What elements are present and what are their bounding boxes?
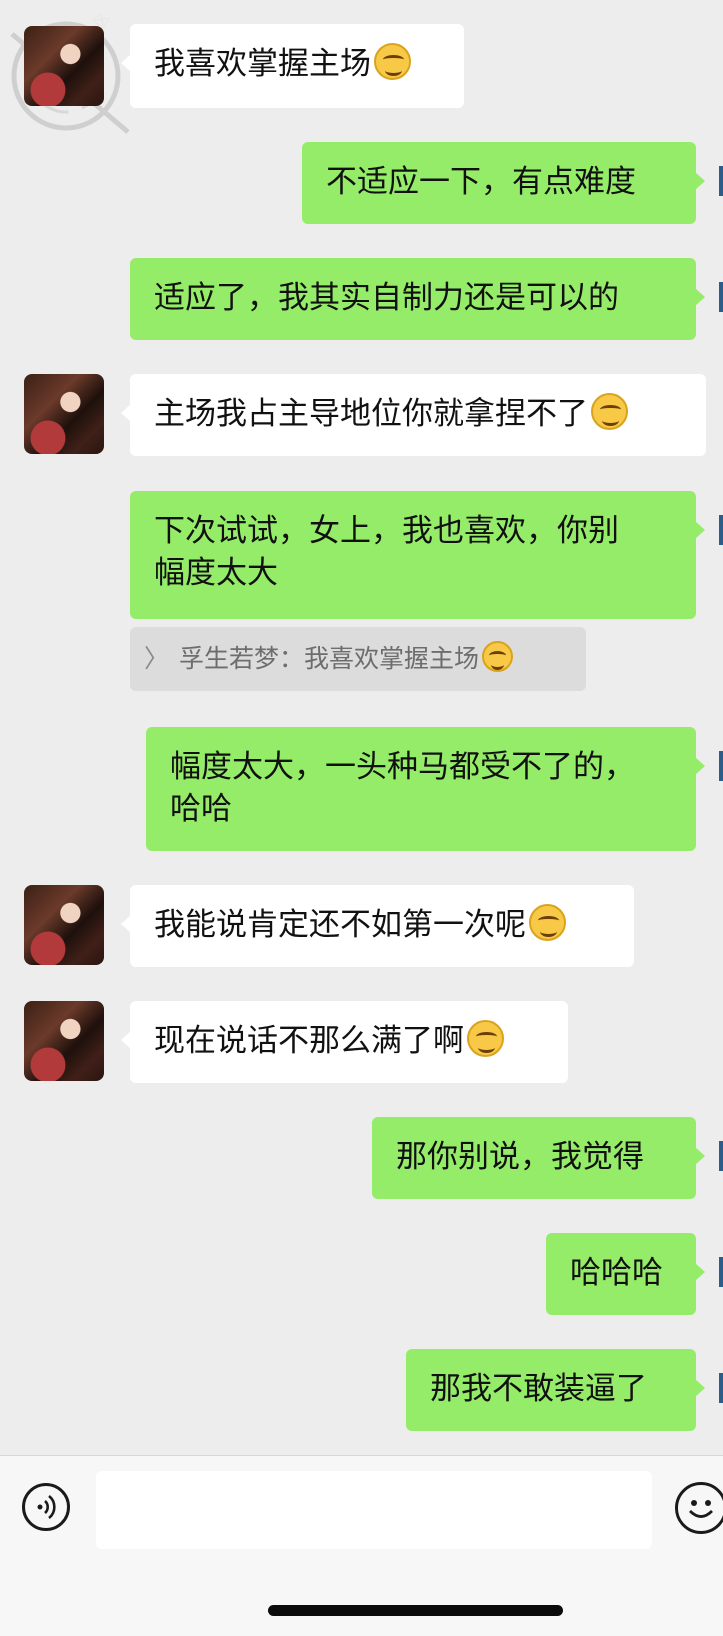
chat-area: 海角社区 haijiao.com 我喜欢掌握主场 不适应一下，有点难度 适应了，… [0, 0, 723, 1455]
smirk-emoji-icon [467, 1020, 504, 1057]
smirk-emoji-icon [529, 904, 566, 941]
avatar[interactable] [24, 1001, 104, 1081]
quote-text: 我喜欢掌握主场 [304, 644, 480, 673]
message-bubble-outgoing[interactable]: 哈哈哈 [546, 1233, 705, 1315]
smirk-emoji-icon [374, 43, 411, 80]
emoji-icon[interactable] [675, 1482, 723, 1534]
message-text-line: 幅度太大，一头种马都受不了的， [170, 749, 635, 785]
message-input[interactable] [96, 1471, 652, 1549]
message-text: 不适应一下，有点难度 [326, 164, 636, 200]
message-text: 那你别说，我觉得 [396, 1139, 644, 1175]
message-bubble-outgoing[interactable]: 那我不敢装逼了 [406, 1349, 705, 1431]
message-bubble-outgoing[interactable]: 下次试试，女上，我也喜欢，你别 幅度太大 [130, 491, 705, 619]
message-bubble-outgoing[interactable]: 不适应一下，有点难度 [302, 142, 705, 224]
quote-separator: ： [279, 644, 305, 673]
message-bubble-incoming[interactable]: 我喜欢掌握主场 [121, 24, 464, 108]
avatar[interactable] [24, 374, 104, 454]
input-bar [0, 1455, 723, 1636]
message-text: 主场我占主导地位你就拿捏不了 [154, 396, 588, 432]
message-bubble-outgoing[interactable]: 适应了，我其实自制力还是可以的 [130, 258, 705, 340]
message-text-line: 下次试试，女上，我也喜欢，你别 [154, 513, 619, 549]
message-bubble-outgoing[interactable]: 那你别说，我觉得 [372, 1117, 705, 1199]
message-text-line: 哈哈 [170, 791, 232, 827]
quote-sender: 孚生若梦 [179, 644, 280, 673]
message-text: 那我不敢装逼了 [430, 1371, 647, 1407]
message-text-line: 幅度太大 [154, 555, 278, 591]
message-text: 适应了，我其实自制力还是可以的 [154, 280, 619, 316]
voice-icon[interactable] [22, 1483, 70, 1531]
smirk-emoji-icon [482, 641, 514, 672]
avatar[interactable] [24, 885, 104, 965]
message-bubble-incoming[interactable]: 主场我占主导地位你就拿捏不了 [121, 374, 706, 456]
message-bubble-incoming[interactable]: 现在说话不那么满了啊 [121, 1001, 568, 1083]
message-text: 我喜欢掌握主场 [154, 46, 371, 82]
quote-mark: 〉 [144, 644, 170, 673]
message-bubble-outgoing[interactable]: 幅度太大，一头种马都受不了的， 哈哈 [146, 727, 705, 851]
message-text: 我能说肯定还不如第一次呢 [154, 907, 526, 943]
message-bubble-incoming[interactable]: 我能说肯定还不如第一次呢 [121, 885, 634, 967]
home-indicator [268, 1605, 563, 1616]
smirk-emoji-icon [591, 393, 628, 430]
message-text: 哈哈哈 [570, 1255, 663, 1291]
avatar[interactable] [24, 26, 104, 106]
message-text: 现在说话不那么满了啊 [154, 1023, 464, 1059]
quoted-message[interactable]: 〉孚生若梦：我喜欢掌握主场 [130, 627, 586, 691]
